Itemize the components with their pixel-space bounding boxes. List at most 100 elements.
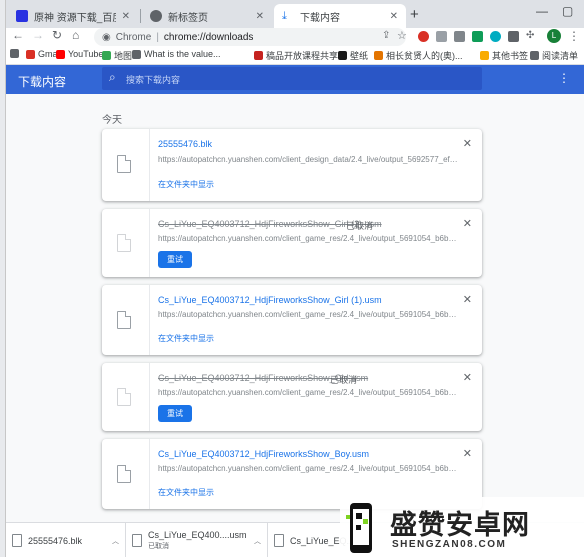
bookmark-maps[interactable]: 地图 — [102, 49, 132, 62]
gmail-icon — [26, 49, 35, 59]
download-item: 25555476.blk https://autopatchcn.yuanshe… — [102, 129, 482, 201]
bookmark-label: 阅读清单 — [542, 51, 579, 61]
tab-baidu-search[interactable]: 原神 资源下载_百度搜索 ✕ — [8, 4, 138, 28]
download-filename-link[interactable]: Cs_LiYue_EQ4003712_HdjFireworksShow_Girl… — [158, 295, 382, 305]
bookmark-reading-list[interactable]: 阅读清单 — [530, 49, 578, 62]
extension-icon[interactable] — [490, 31, 501, 42]
chrome-icon: ◉ — [102, 31, 111, 43]
omnibox-scheme: Chrome — [115, 31, 152, 43]
extension-icon[interactable] — [454, 31, 465, 42]
download-icon: ⤓ — [282, 10, 287, 22]
forward-arrow-icon[interactable]: → — [32, 28, 44, 42]
bookmark-person[interactable]: 相长贫贤人的(奥)... — [374, 49, 463, 62]
omnibox-separator: | — [156, 31, 159, 43]
share-icon[interactable]: ⇪ — [382, 30, 390, 41]
shelf-item[interactable]: 25555476.blk ︿ — [6, 523, 126, 557]
maximize-icon[interactable]: ▢ — [562, 4, 573, 18]
shelf-item[interactable]: Cs_LiYue_EQ... — [268, 523, 354, 557]
remove-icon[interactable]: ✕ — [463, 137, 472, 150]
apps-icon[interactable] — [10, 49, 22, 58]
bookmark-label: What is the value... — [144, 49, 221, 59]
remove-icon[interactable]: ✕ — [463, 217, 472, 230]
download-url[interactable]: https://autopatchcn.yuanshen.com/client_… — [158, 388, 458, 397]
file-icon — [132, 534, 142, 547]
download-filename-link[interactable]: 25555476.blk — [158, 139, 212, 149]
remove-icon[interactable]: ✕ — [463, 371, 472, 384]
bookmark-label: YouTube — [68, 49, 104, 59]
page-icon — [338, 51, 347, 60]
chevron-up-icon[interactable]: ︿ — [112, 536, 119, 546]
tab-new-tab[interactable]: 新标签页 ✕ — [142, 4, 272, 28]
close-icon[interactable]: ✕ — [122, 11, 130, 22]
home-icon[interactable]: ⌂ — [72, 28, 79, 42]
close-icon[interactable]: ✕ — [390, 11, 398, 22]
bookmark-wallpaper[interactable]: 壁纸 — [338, 49, 368, 62]
shelf-item-name: Cs_LiYue_EQ400....usm — [148, 530, 247, 540]
tab-downloads[interactable]: ⤓ 下载内容 ✕ — [274, 4, 406, 28]
extension-icon[interactable] — [508, 31, 519, 42]
download-item: Cs_LiYue_EQ4003712_HdjFireworksShow_Girl… — [102, 209, 482, 277]
reload-icon[interactable]: ↻ — [52, 28, 62, 42]
download-filename-link[interactable]: Cs_LiYue_EQ4003712_HdjFireworksShow_Boy.… — [158, 449, 369, 459]
remove-icon[interactable]: ✕ — [463, 293, 472, 306]
extension-icon[interactable] — [472, 31, 483, 42]
reading-list-icon — [530, 51, 539, 60]
more-menu-icon[interactable]: ⋮ — [568, 29, 580, 43]
remove-icon[interactable]: ✕ — [463, 447, 472, 460]
download-url[interactable]: https://autopatchcn.yuanshen.com/client_… — [158, 310, 458, 319]
puzzle-extensions-icon[interactable]: ✣ — [526, 30, 534, 41]
search-placeholder: 搜索下载内容 — [126, 75, 181, 85]
file-icon — [117, 388, 131, 406]
file-icon — [117, 155, 131, 173]
address-bar[interactable]: ◉ Chrome | chrome://downloads — [94, 28, 406, 46]
watermark-subtitle: SHENGZAN08.COM — [392, 539, 507, 550]
page-title: 下载内容 — [18, 75, 67, 89]
watermark: 盛赞安卓网 SHENGZAN08.COM — [340, 497, 584, 557]
download-url[interactable]: https://autopatchcn.yuanshen.com/client_… — [158, 464, 458, 473]
download-url[interactable]: https://autopatchcn.yuanshen.com/client_… — [158, 155, 458, 164]
bookmark-label: 壁纸 — [350, 51, 369, 61]
downloads-page: 下载内容 ⌕ 搜索下载内容 ⋮ 今天 25555476.blk https://… — [6, 65, 584, 522]
chevron-up-icon[interactable]: ︿ — [254, 536, 261, 546]
file-icon — [117, 311, 131, 329]
tab-title: 下载内容 — [300, 12, 340, 24]
bookmark-open-courseware[interactable]: 稿品开放课程共享... — [254, 49, 346, 62]
minimize-icon[interactable]: — — [536, 4, 548, 18]
browser-window: 原神 资源下载_百度搜索 ✕ 新标签页 ✕ ⤓ 下载内容 ✕ + — ▢ ← →… — [6, 0, 584, 522]
file-icon-column — [102, 285, 150, 355]
file-icon — [12, 534, 22, 547]
file-icon-column — [102, 129, 150, 201]
back-arrow-icon[interactable]: ← — [12, 28, 24, 42]
show-in-folder-link[interactable]: 在文件夹中显示 — [158, 333, 214, 344]
bookmark-label: 稿品开放课程共享... — [266, 51, 346, 61]
download-url[interactable]: https://autopatchcn.yuanshen.com/client_… — [158, 234, 458, 243]
show-in-folder-link[interactable]: 在文件夹中显示 — [158, 179, 214, 190]
download-status: 已取消 — [330, 375, 358, 385]
extension-icon[interactable] — [436, 31, 447, 42]
file-icon — [117, 234, 131, 252]
shelf-item[interactable]: Cs_LiYue_EQ400....usm 已取消 ︿ — [126, 523, 268, 557]
close-icon[interactable]: ✕ — [256, 11, 264, 22]
profile-avatar[interactable]: L — [547, 29, 561, 43]
bookmark-what-is-the-value[interactable]: What is the value... — [132, 49, 221, 59]
file-icon — [117, 465, 131, 483]
new-tab-button[interactable]: + — [410, 6, 419, 23]
retry-button[interactable]: 重试 — [158, 251, 192, 268]
page-icon — [132, 49, 141, 59]
shelf-item-status: 已取消 — [148, 543, 169, 550]
tab-title: 原神 资源下载_百度搜索 — [34, 12, 116, 24]
star-icon[interactable]: ☆ — [397, 29, 407, 42]
search-downloads-input[interactable]: ⌕ 搜索下载内容 — [102, 67, 482, 90]
more-actions-icon[interactable]: ⋮ — [558, 71, 570, 85]
bookmark-other-bookmarks[interactable]: 其他书签 — [480, 49, 528, 62]
extension-adblock-icon[interactable] — [418, 31, 429, 42]
bookmark-youtube[interactable]: YouTube — [56, 49, 103, 59]
retry-button[interactable]: 重试 — [158, 405, 192, 422]
maps-icon — [102, 51, 111, 60]
bookmark-label: 地图 — [114, 51, 133, 61]
chrome-icon — [150, 10, 162, 22]
show-in-folder-link[interactable]: 在文件夹中显示 — [158, 487, 214, 498]
tab-title: 新标签页 — [168, 12, 208, 24]
download-status: 已取消 — [346, 221, 374, 231]
file-icon-column — [102, 209, 150, 277]
